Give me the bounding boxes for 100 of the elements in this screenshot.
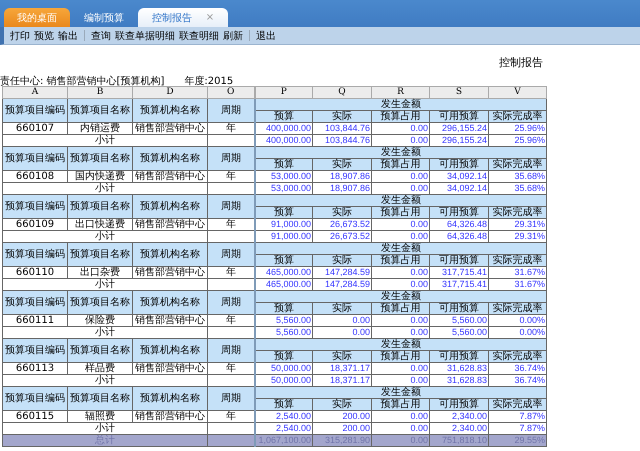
toolbar-button[interactable]: 刷新 <box>221 28 245 42</box>
column-header: 实际 <box>312 158 372 170</box>
table-cell: 35.68% <box>488 170 546 182</box>
table-cell: 年 <box>208 122 254 134</box>
column-header: 预算机构名称 <box>132 338 208 362</box>
column-header: 可用预算 <box>430 398 488 410</box>
table-cell: 660109 <box>2 218 68 230</box>
column-header: 可用预算 <box>430 110 488 122</box>
table-cell: 660110 <box>2 266 68 278</box>
column-header: 预算占用 <box>372 110 430 122</box>
table-cell: 年 <box>208 170 254 182</box>
column-header: 预算 <box>254 110 312 122</box>
column-letter[interactable]: A <box>2 86 68 98</box>
column-letter[interactable]: Q <box>312 86 372 98</box>
tab[interactable]: 控制报告 × <box>138 8 228 27</box>
table-cell: 销售部营销中心 <box>132 410 208 422</box>
column-header: 预算占用 <box>372 302 430 314</box>
column-header: 周期 <box>208 98 254 122</box>
column-header: 预算机构名称 <box>132 98 208 122</box>
column-header: 预算占用 <box>372 350 430 362</box>
column-header: 预算 <box>254 254 312 266</box>
column-header: 实际 <box>312 302 372 314</box>
column-letter[interactable]: R <box>372 86 430 98</box>
column-letter[interactable]: B <box>68 86 132 98</box>
column-header: 预算项目名称 <box>68 194 132 218</box>
column-header: 实际 <box>312 350 372 362</box>
column-header: 实际完成率 <box>488 206 546 218</box>
tab[interactable]: 编制预算 <box>70 8 138 27</box>
column-header: 实际 <box>312 254 372 266</box>
table-cell: 5,560.00 <box>254 314 312 326</box>
table-cell: 辐照费 <box>68 410 132 422</box>
responsibility-center: 责任中心: 销售部营销中心[预算机构] <box>0 74 164 88</box>
column-header: 实际完成率 <box>488 254 546 266</box>
toolbar-button[interactable]: 退出 <box>254 28 278 42</box>
table-cell: 0.00% <box>488 314 546 326</box>
table-cell: 103,844.76 <box>312 122 372 134</box>
table-cell: 2,540.00 <box>254 410 312 422</box>
column-header: 实际完成率 <box>488 350 546 362</box>
column-header: 可用预算 <box>430 206 488 218</box>
toolbar-button[interactable]: 输出 <box>56 28 80 42</box>
table-cell: 50,000.00 <box>254 362 312 374</box>
column-header: 实际 <box>312 398 372 410</box>
table-cell: 18,371.17 <box>312 362 372 374</box>
column-letter[interactable]: V <box>488 86 546 98</box>
toolbar-button[interactable]: 联查单据明细 <box>113 28 177 42</box>
column-header: 预算项目编码 <box>2 386 68 410</box>
column-header: 预算 <box>254 302 312 314</box>
table-cell: 0.00 <box>372 122 430 134</box>
table-cell: 317,715.41 <box>430 266 488 278</box>
toolbar-button[interactable]: 联查明细 <box>177 28 221 42</box>
table-cell: 660107 <box>2 122 68 134</box>
column-header: 发生金额 <box>254 386 546 398</box>
toolbar-button[interactable]: 查询 <box>89 28 113 42</box>
column-header: 预算占用 <box>372 206 430 218</box>
table-cell: 31,628.83 <box>430 362 488 374</box>
table-cell: 销售部营销中心 <box>132 314 208 326</box>
table-cell: 25.96% <box>488 122 546 134</box>
table-cell: 年 <box>208 362 254 374</box>
table-cell: 34,092.14 <box>430 170 488 182</box>
column-header: 周期 <box>208 290 254 314</box>
column-header: 发生金额 <box>254 338 546 350</box>
table-cell: 660111 <box>2 314 68 326</box>
column-letter[interactable]: O <box>208 86 254 98</box>
report-title: 控制报告 <box>499 55 543 69</box>
table-cell: 0.00 <box>372 266 430 278</box>
column-header: 周期 <box>208 386 254 410</box>
table-cell: 660113 <box>2 362 68 374</box>
column-header: 预算 <box>254 350 312 362</box>
column-header: 预算 <box>254 158 312 170</box>
column-header: 预算项目名称 <box>68 98 132 122</box>
table-cell: 0.00 <box>372 170 430 182</box>
column-header: 预算项目编码 <box>2 242 68 266</box>
toolbar-button[interactable]: 预览 <box>32 28 56 42</box>
column-header: 预算机构名称 <box>132 290 208 314</box>
column-header: 实际完成率 <box>488 158 546 170</box>
column-header: 周期 <box>208 146 254 170</box>
column-letter[interactable]: S <box>430 86 488 98</box>
column-header: 实际 <box>312 110 372 122</box>
table-cell: 年 <box>208 218 254 230</box>
table-cell: 销售部营销中心 <box>132 266 208 278</box>
column-letter[interactable]: P <box>254 86 312 98</box>
table-cell: 保险费 <box>68 314 132 326</box>
column-header: 发生金额 <box>254 242 546 254</box>
column-letter[interactable]: D <box>132 86 208 98</box>
table-cell: 147,284.59 <box>312 266 372 278</box>
table-cell: 400,000.00 <box>254 122 312 134</box>
table-cell: 36.74% <box>488 362 546 374</box>
table-cell: 5,560.00 <box>430 314 488 326</box>
table-cell: 2,340.00 <box>430 410 488 422</box>
table-cell: 年 <box>208 410 254 422</box>
table-cell: 0.00 <box>372 410 430 422</box>
table-cell: 样品费 <box>68 362 132 374</box>
column-header: 预算占用 <box>372 158 430 170</box>
column-header: 可用预算 <box>430 254 488 266</box>
table-cell: 销售部营销中心 <box>132 170 208 182</box>
table-cell: 29.31% <box>488 218 546 230</box>
toolbar-button[interactable]: 打印 <box>8 28 32 42</box>
column-header: 预算机构名称 <box>132 146 208 170</box>
column-header: 预算项目名称 <box>68 338 132 362</box>
table-cell: 31.67% <box>488 266 546 278</box>
